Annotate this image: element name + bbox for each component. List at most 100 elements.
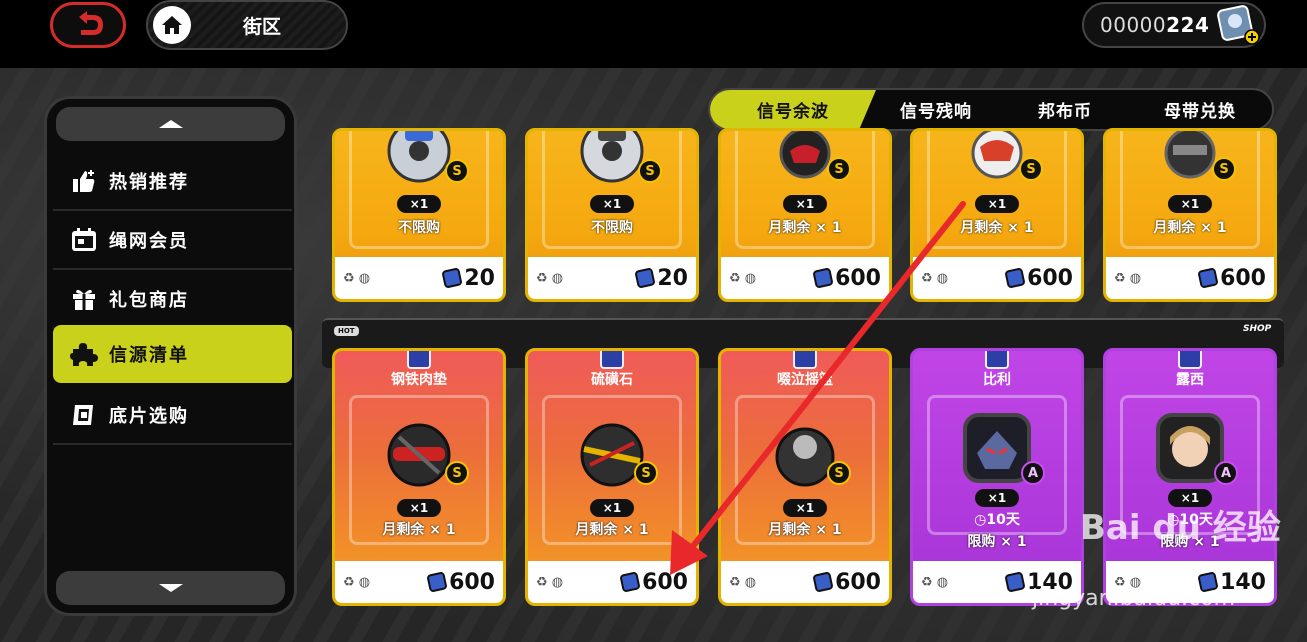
clip-icon [600, 351, 624, 369]
menu-item-label: 绳网会员 [109, 231, 189, 252]
menu-item-signal-list[interactable]: 信源清单 [53, 325, 292, 383]
purchase-limit: 月剩余 × 1 [575, 522, 649, 538]
menu-item-label: 热销推荐 [109, 172, 189, 193]
chevron-down-icon [158, 584, 183, 592]
thumbs-up-icon [69, 167, 99, 195]
watermark-logo: Bai du 经验 [1080, 508, 1281, 548]
recycle-icon: ♻ ◍ [1114, 270, 1142, 286]
currency-pill[interactable]: 00000224 [1082, 2, 1266, 48]
tab-signal-aftershock[interactable]: 信号余波 [710, 90, 876, 129]
item-name: 啜泣摇篮 [777, 372, 833, 388]
purchase-limit: 不限购 [398, 220, 440, 236]
film-icon [69, 401, 99, 429]
item-name: 钢铁肉垫 [391, 372, 447, 388]
shop-card-weeping-cradle[interactable]: 啜泣摇篮 S ×1 月剩余 × 1 ♻ ◍ 600 [718, 348, 892, 606]
price: 600 [427, 570, 495, 595]
purchase-limit: 不限购 [591, 220, 633, 236]
shop-card-steel-cushion[interactable]: 钢铁肉垫 S ×1 月剩余 × 1 ♻ ◍ 600 [332, 348, 506, 606]
purchase-limit: 月剩余 × 1 [768, 220, 842, 236]
quantity-badge: ×1 [590, 195, 634, 213]
rank-badge: S [634, 461, 658, 485]
master-tape-icon [1198, 268, 1218, 288]
currency-amount: 00000224 [1100, 13, 1210, 37]
card-footer: ♻ ◍ 600 [721, 257, 889, 299]
home-icon[interactable] [153, 6, 191, 44]
card-footer: ♻ ◍ 600 [335, 561, 503, 603]
clock-icon: ◷ [974, 512, 987, 528]
price: 600 [813, 266, 881, 291]
quantity-badge: ×1 [397, 499, 441, 517]
quantity-badge: ×1 [975, 195, 1019, 213]
price: 600 [813, 570, 881, 595]
rank-badge: A [1214, 461, 1238, 485]
recycle-icon: ♻ ◍ [729, 574, 757, 590]
shop-card-billy[interactable]: 比利 A ×1 ◷10天 限购 × 1 ♻ ◍ 140 [910, 348, 1084, 606]
shop-card-top-5[interactable]: S ×1 月剩余 × 1 ♻ ◍ 600 [1103, 128, 1277, 302]
return-arrow-icon [79, 11, 103, 35]
purchase-limit: 限购 × 1 [967, 534, 1027, 550]
shop-label: SHOP [1243, 324, 1272, 334]
watermark-url: jingyan.baidu.com [1032, 586, 1236, 611]
scroll-up-button[interactable] [56, 107, 285, 141]
master-tape-icon [442, 268, 463, 288]
chevron-up-icon [158, 120, 183, 128]
rank-badge: S [638, 159, 662, 183]
gift-icon [69, 285, 99, 313]
hot-label: HOT [334, 326, 359, 336]
recycle-icon: ♻ ◍ [536, 574, 564, 590]
recycle-icon: ♻ ◍ [343, 574, 371, 590]
tab-bangboo-coin[interactable]: 邦布币 [1006, 90, 1124, 129]
menu-item-hot-picks[interactable]: 热销推荐 [53, 153, 292, 211]
quantity-badge: ×1 [783, 499, 827, 517]
clip-icon [407, 351, 431, 369]
price: 600 [1198, 266, 1266, 291]
menu-item-label: 礼包商店 [109, 290, 189, 311]
menu-item-membership[interactable]: 绳网会员 [53, 212, 292, 270]
master-tape-icon [1005, 572, 1025, 592]
price: 20 [635, 266, 688, 291]
rank-badge: A [1021, 461, 1045, 485]
recycle-icon: ♻ ◍ [921, 270, 949, 286]
rank-badge: S [827, 157, 851, 181]
purchase-limit: 月剩余 × 1 [382, 522, 456, 538]
price: 20 [442, 266, 495, 291]
card-footer: ♻ ◍ 600 [721, 561, 889, 603]
price: 600 [1005, 266, 1073, 291]
shop-card-top-1[interactable]: S ×1 不限购 ♻ ◍ 20 [332, 128, 506, 302]
item-name: 比利 [983, 372, 1011, 388]
menu-item-gift-shop[interactable]: 礼包商店 [53, 271, 292, 329]
scroll-down-button[interactable] [56, 571, 285, 605]
recycle-icon: ♻ ◍ [921, 574, 949, 590]
card-footer: ♻ ◍ 20 [528, 257, 696, 299]
recycle-icon: ♻ ◍ [729, 270, 757, 286]
clip-icon [985, 351, 1009, 369]
back-button[interactable] [50, 2, 126, 48]
item-name: 露西 [1176, 372, 1204, 388]
card-footer: ♻ ◍ 600 [528, 561, 696, 603]
menu-item-label: 信源清单 [109, 345, 189, 366]
side-menu: 热销推荐 绳网会员 礼包商店 信源清单 底片选购 [44, 96, 297, 616]
shop-card-brimstone[interactable]: 硫磺石 S ×1 月剩余 × 1 ♻ ◍ 600 [525, 348, 699, 606]
card-footer: ♻ ◍ 600 [1106, 257, 1274, 299]
purchase-limit: 月剩余 × 1 [768, 522, 842, 538]
rank-badge: S [445, 159, 469, 183]
location-label: 街区 [243, 15, 282, 38]
purchase-limit: 月剩余 × 1 [960, 220, 1034, 236]
master-tape-icon [813, 268, 833, 288]
tab-master-tape-exchange[interactable]: 母带兑换 [1130, 90, 1270, 129]
shop-card-top-2[interactable]: S ×1 不限购 ♻ ◍ 20 [525, 128, 699, 302]
location-pill[interactable]: 街区 [146, 0, 348, 50]
master-tape-icon [635, 268, 656, 288]
menu-item-film-purchase[interactable]: 底片选购 [53, 387, 292, 445]
shop-card-top-3[interactable]: S ×1 月剩余 × 1 ♻ ◍ 600 [718, 128, 892, 302]
item-name: 硫磺石 [591, 372, 633, 388]
card-footer: ♻ ◍ 20 [335, 257, 503, 299]
tab-signal-echo[interactable]: 信号残响 [868, 90, 1004, 129]
master-tape-icon [620, 572, 640, 592]
shop-card-lucy[interactable]: 露西 A ×1 ◷10天 限购 × 1 ♻ ◍ 140 [1103, 348, 1277, 606]
shop-tabs: 信号余波 信号残响 邦布币 母带兑换 [708, 88, 1274, 131]
master-tape-currency-icon[interactable] [1214, 2, 1260, 46]
shop-card-top-4[interactable]: S ×1 月剩余 × 1 ♻ ◍ 600 [910, 128, 1084, 302]
rank-badge: S [1212, 157, 1236, 181]
quantity-badge: ×1 [590, 499, 634, 517]
